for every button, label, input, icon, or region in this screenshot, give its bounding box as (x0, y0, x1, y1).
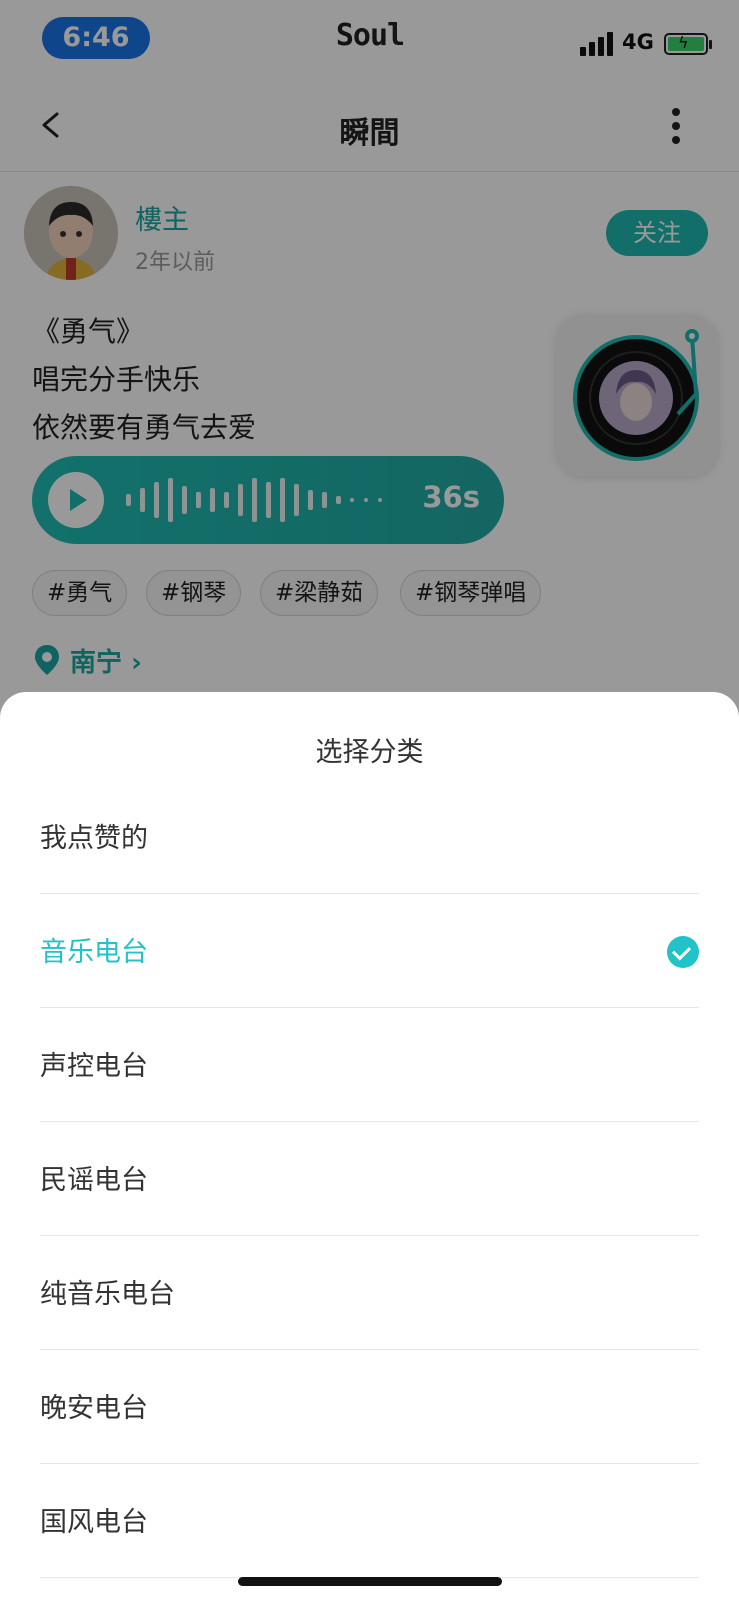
category-option-label: 民谣电台 (40, 1165, 148, 1196)
home-indicator[interactable] (238, 1577, 502, 1586)
category-option[interactable]: 声控电台 (40, 1008, 699, 1122)
category-sheet: 选择分类 我点赞的 音乐电台 声控电台 民谣电台 纯音乐电台 晚安电台 国风电台 (0, 692, 739, 1600)
category-option[interactable]: 国风电台 (40, 1464, 699, 1578)
category-option-label: 晚安电台 (40, 1393, 148, 1424)
category-option-label: 纯音乐电台 (40, 1279, 175, 1310)
category-option-label: 国风电台 (40, 1507, 148, 1538)
category-option[interactable]: 民谣电台 (40, 1122, 699, 1236)
check-icon (667, 936, 699, 968)
category-option-selected[interactable]: 音乐电台 (40, 894, 699, 1008)
category-option-label: 我点赞的 (40, 823, 148, 854)
category-option[interactable]: 晚安电台 (40, 1350, 699, 1464)
category-option-label: 声控电台 (40, 1051, 148, 1082)
category-option-label: 音乐电台 (40, 937, 148, 968)
category-option[interactable]: 纯音乐电台 (40, 1236, 699, 1350)
sheet-title: 选择分类 (315, 737, 424, 768)
category-option[interactable]: 我点赞的 (40, 780, 699, 894)
